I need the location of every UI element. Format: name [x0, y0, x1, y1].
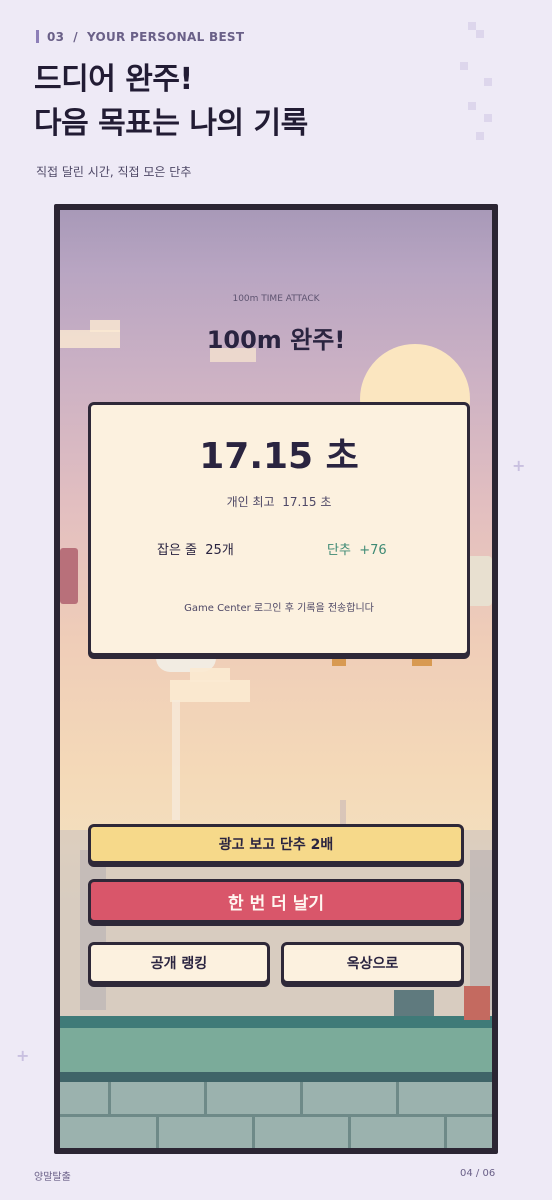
- page-subtitle: 직접 달린 시간, 직접 모은 단추: [36, 165, 192, 179]
- ad-double-buttons-button[interactable]: 광고 보고 단추 2배: [88, 824, 464, 864]
- plus-decoration-icon: +: [512, 456, 526, 475]
- go-to-rooftop-button[interactable]: 옥상으로: [281, 942, 464, 984]
- buttons-stat: 단추 +76: [327, 539, 387, 558]
- section-separator: /: [73, 30, 78, 44]
- footer-page-indicator: 04 / 06: [460, 1168, 496, 1179]
- footer-app-name: 양말탈출: [34, 1172, 71, 1183]
- retry-button[interactable]: 한 번 더 날기: [88, 879, 464, 923]
- pixel-decoration: [460, 22, 500, 152]
- caught-stat: 잡은 줄 25개: [157, 539, 234, 558]
- section-label: YOUR PERSONAL BEST: [86, 30, 245, 44]
- eyebrow-bar: [36, 30, 39, 43]
- section-number: 03: [47, 30, 65, 44]
- plus-decoration-icon: +: [16, 1046, 30, 1065]
- best-label: 개인 최고: [226, 495, 275, 509]
- title-line-2: 다음 목표는 나의 기록: [34, 106, 308, 141]
- buttons-label: 단추: [327, 543, 351, 558]
- sock-character-icon: [60, 548, 78, 604]
- caught-label: 잡은 줄: [157, 543, 198, 558]
- rooftop-floor: [60, 1016, 492, 1028]
- section-eyebrow: 03 / YOUR PERSONAL BEST: [36, 30, 244, 44]
- time-value: 17.15 초: [199, 436, 359, 477]
- mode-label: 100m TIME ATTACK: [232, 294, 320, 304]
- buttons-value: +76: [359, 543, 387, 558]
- login-notice: Game Center 로그인 후 기록을 전송합니다: [184, 603, 374, 614]
- result-card: 17.15 초 개인 최고 17.15 초 잡은 줄 25개 단추 +76 Ga…: [88, 402, 470, 656]
- result-title: 100m 완주!: [206, 326, 346, 354]
- title-line-1: 드디어 완주!: [34, 62, 193, 97]
- caught-value: 25개: [205, 543, 234, 558]
- game-screen: 100m TIME ATTACK 100m 완주!: [60, 210, 492, 1148]
- best-value: 17.15 초: [282, 495, 332, 509]
- public-ranking-button[interactable]: 공개 랭킹: [88, 942, 270, 984]
- page-title: 드디어 완주! 다음 목표는 나의 기록: [34, 58, 308, 146]
- personal-best: 개인 최고 17.15 초: [91, 493, 467, 510]
